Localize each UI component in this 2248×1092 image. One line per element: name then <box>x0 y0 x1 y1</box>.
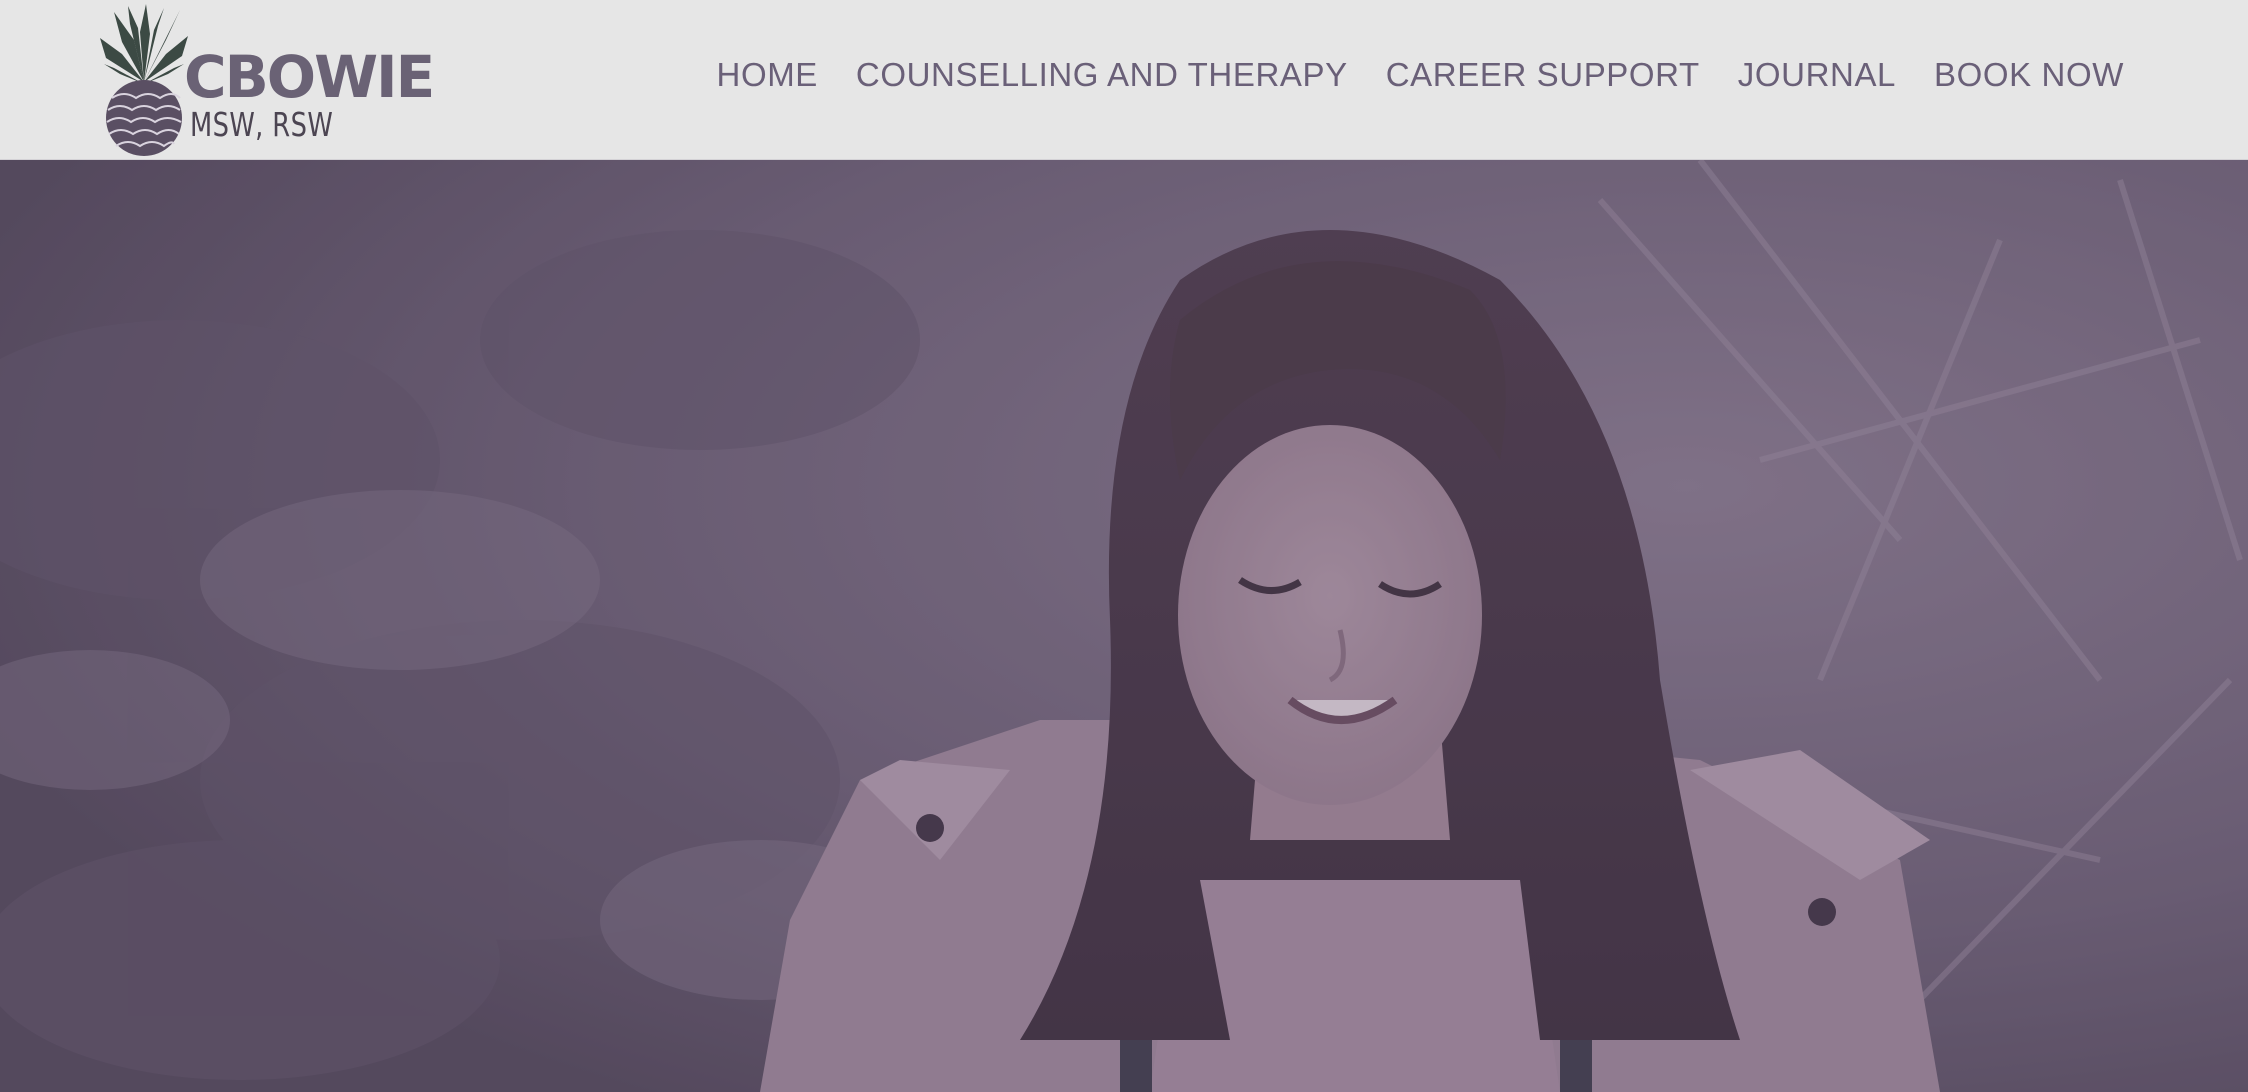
hero-section <box>0 160 2248 1092</box>
logo-name: CBOWIE <box>184 43 435 111</box>
nav-book-now[interactable]: BOOK NOW <box>1934 58 2124 91</box>
pineapple-icon <box>100 4 188 156</box>
nav-journal[interactable]: JOURNAL <box>1738 58 1896 91</box>
site-header: CBOWIE MSW, RSW HOME COUNSELLING AND THE… <box>0 0 2248 160</box>
logo-credentials: MSW, RSW <box>190 105 334 144</box>
nav-career-support[interactable]: CAREER SUPPORT <box>1386 58 1700 91</box>
logo-home-link[interactable]: CBOWIE MSW, RSW <box>100 0 435 160</box>
nav-counselling-and-therapy[interactable]: COUNSELLING AND THERAPY <box>856 58 1348 91</box>
hero-photo <box>0 160 2248 1092</box>
main-nav: HOME COUNSELLING AND THERAPY CAREER SUPP… <box>717 58 2124 91</box>
nav-home[interactable]: HOME <box>717 58 818 91</box>
